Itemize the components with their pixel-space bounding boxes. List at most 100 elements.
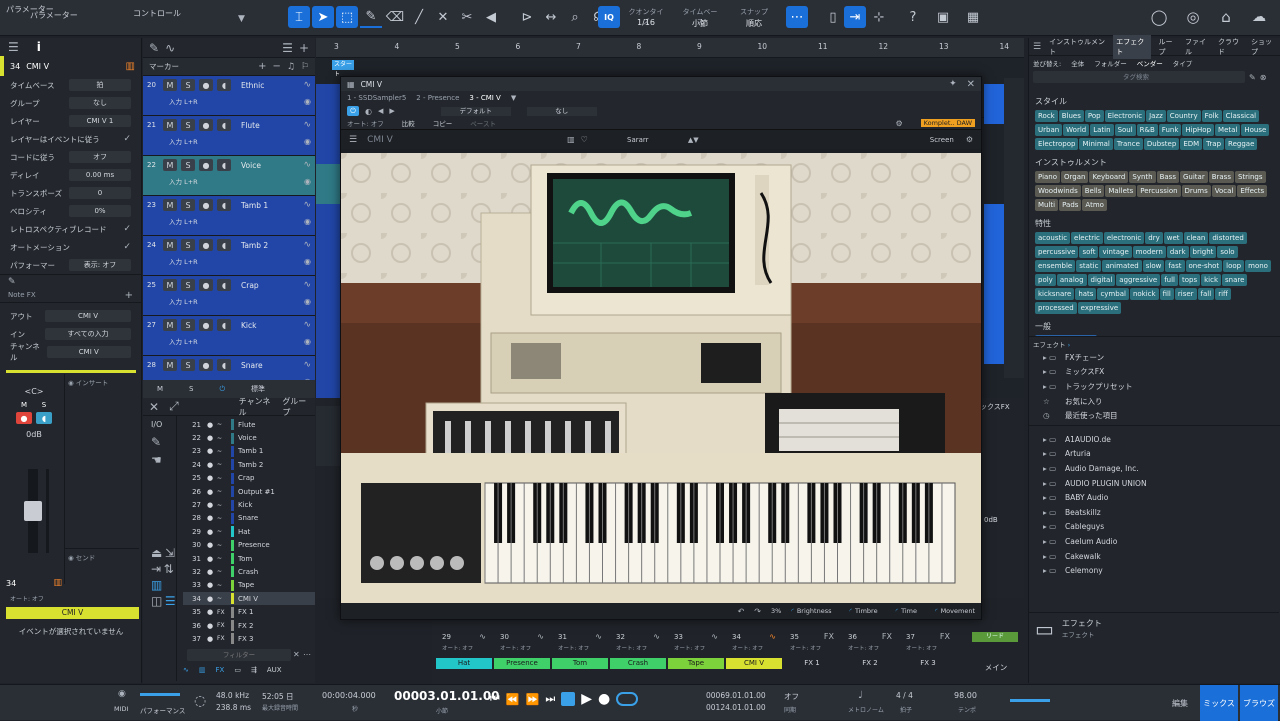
tag-edit-icon[interactable]: ✎ bbox=[1249, 73, 1256, 82]
track-solo-button[interactable]: S bbox=[181, 319, 195, 331]
track-header[interactable]: 25 M S ● ◖ Crap ∿ 入力 L+R ◉ bbox=[143, 276, 315, 316]
volume-fader-handle[interactable] bbox=[24, 501, 42, 521]
channel-visible-icon[interactable]: ● bbox=[207, 421, 217, 429]
tag-button[interactable]: Mallets bbox=[1105, 185, 1137, 197]
folder-item[interactable]: ▸ ▭ ミックスFX bbox=[1043, 365, 1266, 380]
channel-visible-icon[interactable]: ● bbox=[207, 595, 217, 603]
channel-visible-icon[interactable]: ● bbox=[207, 501, 217, 509]
tag-button[interactable]: Electronic bbox=[1104, 110, 1146, 122]
tag-button[interactable]: riser bbox=[1174, 288, 1197, 300]
tag-button[interactable]: processed bbox=[1035, 302, 1077, 314]
quantize-value[interactable]: 1/16 bbox=[628, 18, 664, 27]
track-mute-button[interactable]: M bbox=[163, 319, 177, 331]
preset-down-icon[interactable]: ▼ bbox=[693, 136, 698, 144]
folder-filter-icon[interactable]: ▭ bbox=[234, 666, 241, 674]
tag-button[interactable]: fast bbox=[1165, 260, 1185, 272]
tag-button[interactable]: Pads bbox=[1059, 199, 1082, 211]
bus-filter-icon[interactable]: ⇶ bbox=[251, 666, 257, 674]
tag-button[interactable]: Latin bbox=[1090, 124, 1114, 136]
track-mute-button[interactable]: M bbox=[163, 119, 177, 131]
plugin-auto-label[interactable]: オート: オフ bbox=[347, 118, 384, 128]
track-input[interactable]: 入力 L+R bbox=[169, 96, 298, 106]
tag-button[interactable]: loop bbox=[1223, 260, 1245, 272]
track-record-button[interactable]: ● bbox=[199, 279, 213, 291]
channel-row[interactable]: 23 ● ~ Tamb 1 bbox=[183, 445, 315, 458]
audio-filter-icon[interactable]: ∿ bbox=[183, 666, 189, 674]
inspector-row-toggle-icon[interactable]: ✓ bbox=[123, 224, 131, 234]
browser-tab[interactable]: インストゥルメント bbox=[1049, 35, 1105, 59]
arrange-tool-button[interactable]: ⌶ bbox=[288, 6, 310, 28]
track-toggle-icon[interactable]: ◉ bbox=[304, 177, 311, 186]
time-display[interactable]: 00:00:04.000 bbox=[322, 691, 376, 700]
time-signature[interactable]: 4 / 4 bbox=[896, 691, 913, 700]
footer-monitor-icon[interactable]: ⏻ bbox=[220, 385, 226, 394]
metronome-icon[interactable]: ♩ bbox=[858, 690, 863, 701]
track-name[interactable]: CMI V bbox=[26, 62, 119, 71]
track-monitor-button[interactable]: ◖ bbox=[217, 319, 231, 331]
tag-button[interactable]: distorted bbox=[1209, 232, 1247, 244]
mixer-channel[interactable]: 33 ∿ オート: オフ Tape bbox=[668, 620, 724, 684]
browser-tab[interactable]: ループ bbox=[1159, 35, 1177, 59]
tag-button[interactable]: one-shot bbox=[1185, 260, 1223, 272]
track-mute-button[interactable]: M bbox=[163, 359, 177, 371]
channel-row[interactable]: 27 ● ~ Kick bbox=[183, 498, 315, 511]
browser-tab[interactable]: エフェクト bbox=[1113, 34, 1151, 59]
track-mute-button[interactable]: M bbox=[163, 199, 177, 211]
macro-knob[interactable]: ◜ Time bbox=[896, 607, 917, 615]
sliders-icon[interactable]: ☰ bbox=[8, 40, 19, 54]
iq-button[interactable]: IQ bbox=[598, 6, 620, 28]
mixer-channel[interactable]: 31 ∿ オート: オフ Tom bbox=[552, 620, 608, 684]
channel-row[interactable]: 21 ● ~ Flute bbox=[183, 418, 315, 431]
tag-button[interactable]: EDM bbox=[1180, 138, 1203, 150]
tag-button[interactable]: bright bbox=[1189, 246, 1217, 258]
track-record-button[interactable]: ● bbox=[199, 119, 213, 131]
arturia-settings-icon[interactable]: ⚙ bbox=[966, 135, 973, 144]
track-input[interactable]: 入力 L+R bbox=[169, 176, 298, 186]
tag-button[interactable]: cymbal bbox=[1097, 288, 1129, 300]
tag-button[interactable]: Vocal bbox=[1211, 185, 1237, 197]
browse-tab[interactable]: ブラウズ bbox=[1240, 685, 1278, 721]
vendor-folder[interactable]: ▸ ▭ AUDIO PLUGIN UNION bbox=[1043, 476, 1266, 491]
browser-tab[interactable]: ショップ bbox=[1251, 35, 1276, 59]
eject-icon[interactable]: ⏏ bbox=[151, 546, 162, 561]
footer-standard[interactable]: 標準 bbox=[251, 384, 265, 394]
track-name[interactable]: Voice bbox=[241, 161, 301, 170]
tag-button[interactable]: fall bbox=[1197, 288, 1215, 300]
sync-value[interactable]: オフ bbox=[784, 691, 799, 702]
marker-flag-icon[interactable]: ⚐ bbox=[301, 62, 309, 72]
tag-button[interactable]: full bbox=[1161, 274, 1178, 286]
tag-button[interactable]: modern bbox=[1132, 246, 1166, 258]
tag-button[interactable]: Minimal bbox=[1079, 138, 1113, 150]
tag-button[interactable]: digital bbox=[1087, 274, 1116, 286]
tag-search-input[interactable]: タグ検索 bbox=[1033, 71, 1245, 83]
tag-button[interactable]: Atmo bbox=[1082, 199, 1107, 211]
track-record-button[interactable]: ● bbox=[199, 359, 213, 371]
channel-row[interactable]: 22 ● ~ Voice bbox=[183, 431, 315, 444]
tag-button[interactable]: Pop bbox=[1084, 110, 1104, 122]
paste-button[interactable]: ペースト bbox=[470, 118, 496, 128]
close-plugin-icon[interactable]: ✕ bbox=[967, 79, 975, 90]
track-monitor-button[interactable]: ◖ bbox=[217, 119, 231, 131]
listen-tool-icon[interactable]: ◀ bbox=[480, 6, 502, 28]
event-strip-left[interactable] bbox=[316, 84, 340, 404]
tag-button[interactable]: kick bbox=[1201, 274, 1222, 286]
timebase-value[interactable]: 小節 bbox=[680, 18, 720, 29]
plugin-tab[interactable]: 1 - SSDSampler5 bbox=[347, 94, 406, 102]
tag-button[interactable]: Funk bbox=[1158, 124, 1182, 136]
channel-row[interactable]: 31 ● ~ Tom bbox=[183, 552, 315, 565]
mini-auto-label[interactable]: オート: オフ bbox=[10, 594, 44, 603]
track-input[interactable]: 入力 L+R bbox=[169, 216, 298, 226]
cursor-follow-icon[interactable]: ⊹ bbox=[868, 6, 890, 28]
track-mute-button[interactable]: M bbox=[163, 79, 177, 91]
all-filter-icon[interactable]: ☰ bbox=[165, 594, 176, 609]
track-solo-button[interactable]: S bbox=[181, 119, 195, 131]
stop-button[interactable] bbox=[561, 692, 576, 706]
instrument-filter-icon[interactable]: ▥ bbox=[151, 578, 162, 593]
snap-value[interactable]: 順応 bbox=[736, 18, 772, 29]
channel-visible-icon[interactable]: ● bbox=[207, 514, 217, 522]
vendor-folder[interactable]: ▸ ▭ Cableguys bbox=[1043, 520, 1266, 535]
tools-sidebar-icon[interactable]: ✎ bbox=[143, 433, 169, 451]
track-header[interactable]: 22 M S ● ◖ Voice ∿ 入力 L+R ◉ bbox=[143, 156, 315, 196]
macro-knob[interactable]: ◜ Movement bbox=[935, 607, 975, 615]
mixer-auto-label[interactable]: オート: オフ bbox=[784, 644, 840, 652]
